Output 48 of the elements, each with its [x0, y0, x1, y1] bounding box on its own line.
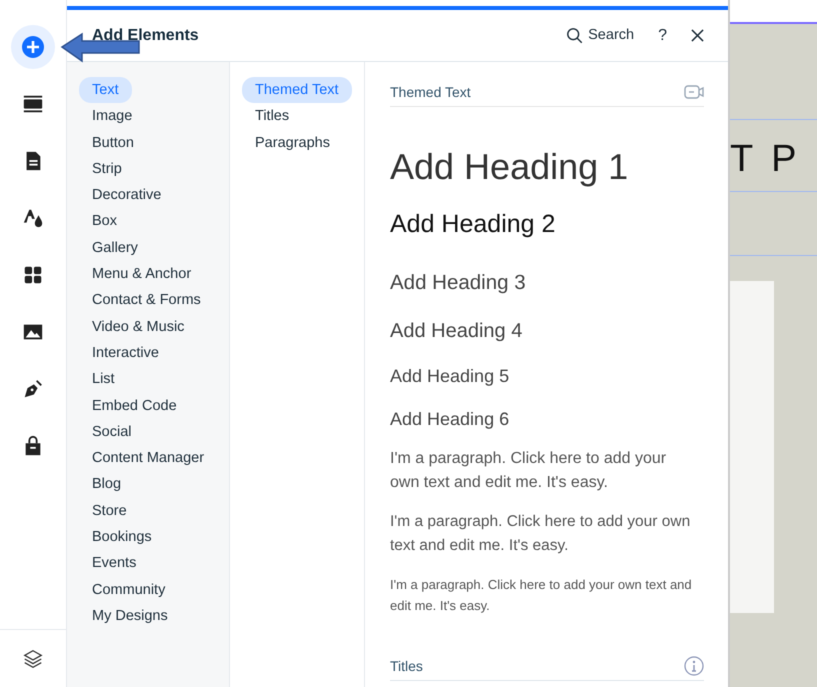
canvas-heading: T P — [730, 140, 802, 178]
category-item[interactable]: Events — [79, 550, 150, 577]
paragraph-sample[interactable]: I'm a paragraph. Click here to add your own text and edit me. It's easy. — [390, 574, 704, 616]
layers-icon — [22, 648, 44, 670]
subcategory-item[interactable]: Themed Text — [242, 77, 352, 104]
heading-sample[interactable]: Add Heading 1 — [390, 145, 704, 188]
category-item[interactable]: Image — [79, 103, 146, 130]
heading-sample[interactable]: Add Heading 5 — [390, 363, 704, 390]
category-item[interactable]: Box — [79, 208, 130, 235]
category-item[interactable]: Menu & Anchor — [79, 261, 204, 288]
category-item[interactable]: Content Manager — [79, 445, 218, 472]
category-item[interactable]: Community — [79, 576, 178, 603]
subcategory-item[interactable]: Paragraphs — [242, 130, 343, 156]
category-item[interactable]: Embed Code — [79, 392, 190, 419]
heading-sample[interactable]: Add Heading 3 — [390, 268, 704, 298]
search-button[interactable]: Search — [566, 24, 634, 46]
category-item[interactable]: Text — [79, 77, 132, 104]
category-item[interactable]: Interactive — [79, 340, 172, 366]
apps-icon — [22, 264, 44, 286]
section-title: Themed Text — [390, 83, 471, 102]
category-item[interactable]: Social — [79, 418, 144, 446]
category-item[interactable]: List — [79, 366, 128, 393]
pen-icon — [22, 378, 44, 400]
heading-sample[interactable]: Add Heading 4 — [390, 316, 704, 346]
info-icon[interactable] — [684, 656, 704, 676]
category-item[interactable]: Bookings — [79, 524, 165, 550]
category-item[interactable]: Contact & Forms — [79, 287, 214, 314]
panel-title: Add Elements — [92, 26, 200, 46]
sections-icon — [22, 93, 44, 115]
heading-sample[interactable]: Add Heading 2 — [390, 206, 704, 244]
paint-drop-icon — [22, 207, 44, 229]
subcategory-item[interactable]: Titles — [242, 103, 302, 130]
category-item[interactable]: Strip — [79, 156, 135, 182]
paragraph-sample[interactable]: I'm a paragraph. Click here to add your own text and edit me. It's easy. — [390, 447, 704, 496]
help-button[interactable]: ? — [658, 24, 667, 48]
heading-sample[interactable]: Add Heading 6 — [390, 406, 704, 434]
category-item[interactable]: Store — [79, 498, 140, 524]
category-item[interactable]: Video & Music — [79, 314, 198, 340]
close-button[interactable] — [691, 29, 704, 42]
category-item[interactable]: Button — [79, 130, 147, 156]
category-item[interactable]: Blog — [79, 471, 134, 498]
section-title: Titles — [390, 657, 423, 676]
category-item[interactable]: Decorative — [79, 182, 174, 208]
add-icon — [21, 35, 45, 59]
paragraph-sample[interactable]: I'm a paragraph. Click here to add your own text and edit me. It's easy. — [390, 510, 704, 558]
category-item[interactable]: Gallery — [79, 234, 151, 262]
category-item[interactable]: My Designs — [79, 602, 181, 630]
search-icon — [566, 26, 584, 44]
